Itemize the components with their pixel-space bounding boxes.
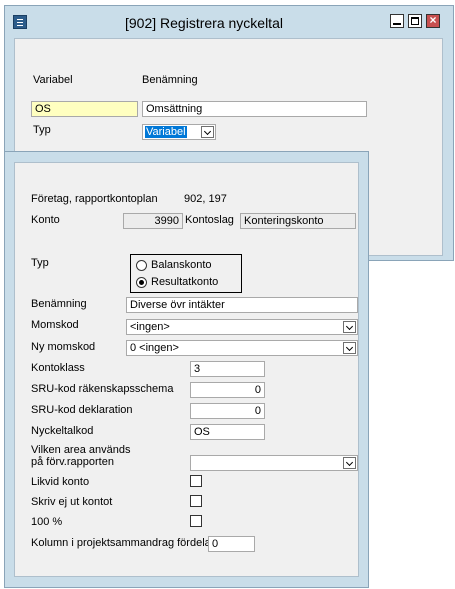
momskod-select[interactable]: <ingen> <box>126 319 358 335</box>
area-label-line2: på förv.rapporten <box>31 456 114 468</box>
variabel-input[interactable]: OS <box>31 101 138 117</box>
balanskonto-radio[interactable] <box>136 260 147 271</box>
ny-momskod-select[interactable]: 0 <ingen> <box>126 340 358 356</box>
konto-field: 3990 <box>123 213 183 229</box>
variabel-label: Variabel <box>33 74 73 86</box>
konto-label: Konto <box>31 214 60 226</box>
kontoslag-field: Konteringskonto <box>240 213 356 229</box>
area-label-line1: Vilken area används <box>31 444 131 456</box>
konto-window: Företag, rapportkontoplan 902, 197 Konto… <box>4 151 369 588</box>
area-select[interactable] <box>190 455 358 471</box>
sru-deklaration-input[interactable]: 0 <box>190 403 265 419</box>
minimize-icon[interactable] <box>390 14 404 28</box>
sru-deklaration-label: SRU-kod deklaration <box>31 404 133 416</box>
ny-momskod-label: Ny momskod <box>31 341 96 353</box>
kolumn-label: Kolumn i projektsammandrag fördelat <box>31 537 214 549</box>
nyckeltalkod-label: Nyckeltalkod <box>31 425 94 437</box>
kontoklass-input[interactable]: 3 <box>190 361 265 377</box>
company-value: 902, 197 <box>184 193 227 205</box>
momskod-label: Momskod <box>31 319 79 331</box>
benamning-input[interactable]: Omsättning <box>142 101 367 117</box>
momskod-select-value: <ingen> <box>130 321 170 333</box>
chevron-down-icon[interactable] <box>343 342 356 354</box>
typ-select[interactable]: Variabel <box>142 124 216 140</box>
kontoklass-label: Kontoklass <box>31 362 85 374</box>
maximize-icon[interactable] <box>408 14 422 28</box>
resultatkonto-label[interactable]: Resultatkonto <box>151 276 218 288</box>
balanskonto-label[interactable]: Balanskonto <box>151 259 212 271</box>
title-bar[interactable]: [902] Registrera nyckeltal × <box>5 6 453 38</box>
chevron-down-icon[interactable] <box>201 126 214 138</box>
sru-rakenskapsschema-label: SRU-kod räkenskapsschema <box>31 383 174 395</box>
typ-label: Typ <box>33 124 51 136</box>
procent-label: 100 % <box>31 516 63 528</box>
skriv-ej-ut-label: Skriv ej ut kontot <box>31 496 113 508</box>
company-label: Företag, rapportkontoplan <box>31 193 158 205</box>
chevron-down-icon[interactable] <box>343 457 356 469</box>
likvid-konto-checkbox[interactable] <box>190 475 202 487</box>
typ-radio-group: Balanskonto Resultatkonto <box>130 254 242 293</box>
typ-select-value: Variabel <box>145 126 187 138</box>
window-title: [902] Registrera nyckeltal <box>125 15 283 31</box>
window-menu-icon[interactable] <box>13 15 27 29</box>
konto-window-content: Företag, rapportkontoplan 902, 197 Konto… <box>14 162 359 577</box>
close-icon[interactable]: × <box>426 13 440 28</box>
benamning-label: Benämning <box>142 74 198 86</box>
benamning-input[interactable]: Diverse övr intäkter <box>126 297 358 313</box>
typ-label: Typ <box>31 257 49 269</box>
kontoslag-label: Kontoslag <box>185 214 234 226</box>
skriv-ej-ut-checkbox[interactable] <box>190 495 202 507</box>
ny-momskod-select-value: 0 <ingen> <box>130 342 179 354</box>
likvid-konto-label: Likvid konto <box>31 476 90 488</box>
nyckeltalkod-input[interactable]: OS <box>190 424 265 440</box>
sru-rakenskapsschema-input[interactable]: 0 <box>190 382 265 398</box>
resultatkonto-radio[interactable] <box>136 277 147 288</box>
chevron-down-icon[interactable] <box>343 321 356 333</box>
kolumn-input[interactable]: 0 <box>208 536 255 552</box>
procent-checkbox[interactable] <box>190 515 202 527</box>
benamning-label: Benämning <box>31 298 87 310</box>
